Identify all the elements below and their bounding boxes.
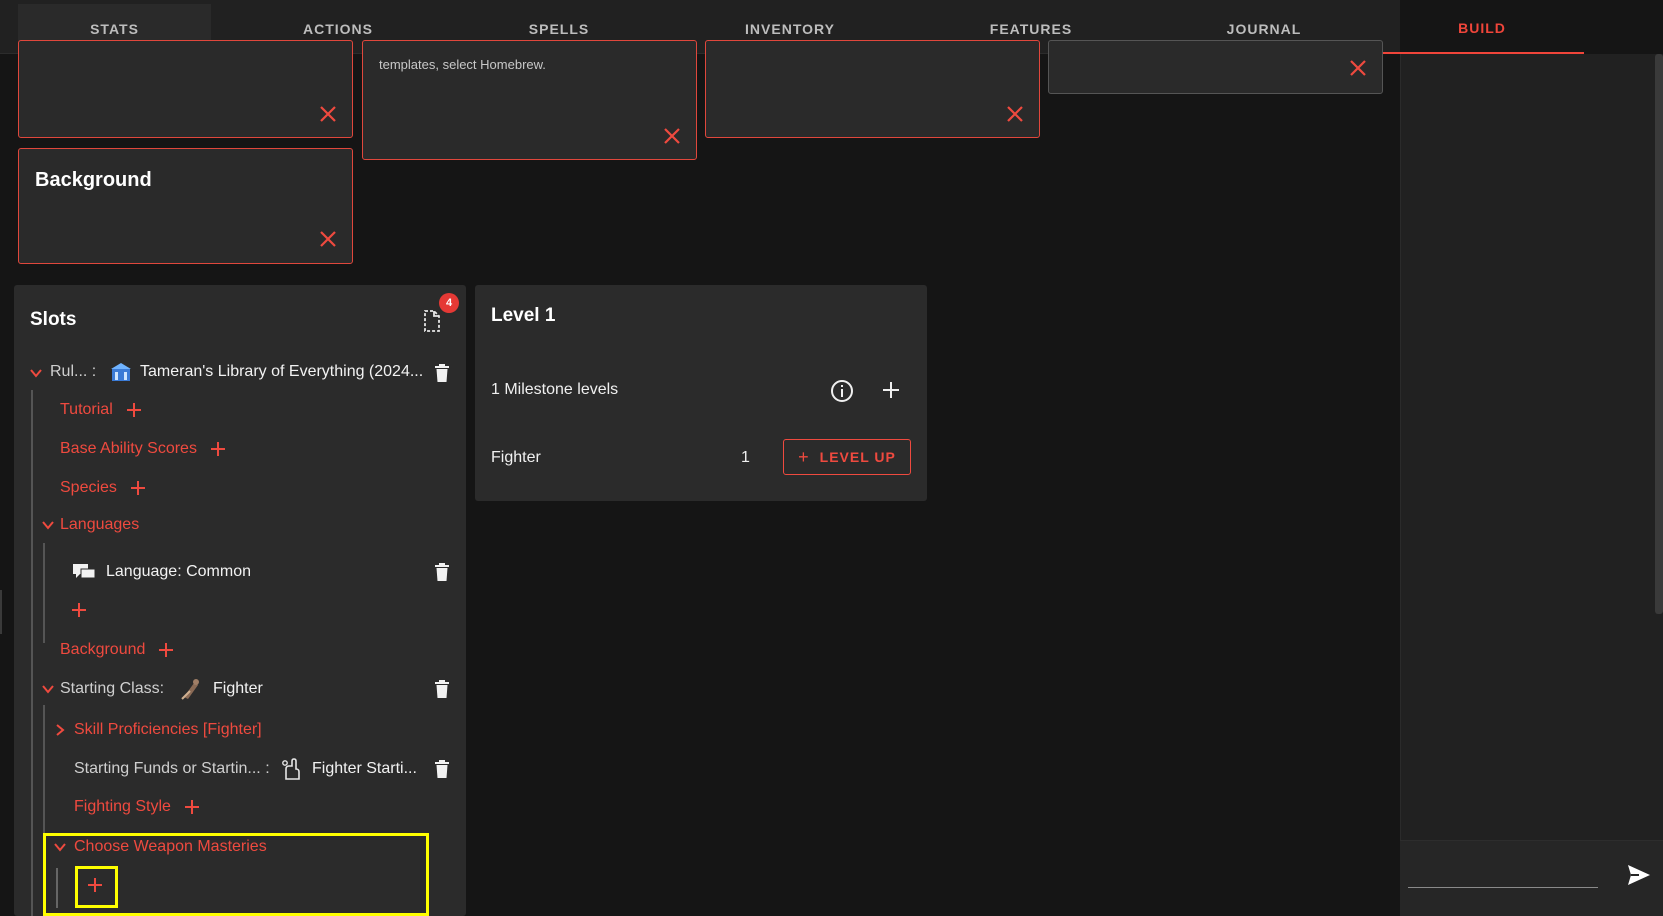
slot-fighting-style-label: Fighting Style: [74, 798, 171, 815]
milestone-levels: 1 Milestone levels: [491, 381, 619, 398]
class-level: 1: [741, 449, 750, 466]
level-panel: Level 1 1 Milestone levels Fighter 1 + LE…: [475, 285, 927, 501]
add-icon[interactable]: [882, 381, 900, 399]
slot-species-label: Species: [60, 479, 117, 496]
trash-icon[interactable]: [434, 680, 450, 698]
trash-icon[interactable]: [434, 364, 450, 382]
send-icon[interactable]: [1625, 861, 1653, 889]
close-icon[interactable]: [663, 127, 681, 145]
starting-funds-label: Starting Funds or Startin... :: [74, 760, 270, 777]
slot-card: [705, 40, 1040, 138]
slot-languages[interactable]: Languages: [60, 510, 139, 540]
slot-card: [18, 40, 353, 138]
starting-funds-value[interactable]: Fighter Starti...: [312, 754, 424, 784]
slot-species[interactable]: Species: [60, 473, 145, 503]
starting-class-value[interactable]: Fighter: [213, 674, 263, 704]
ruleset-label: Rul... :: [50, 363, 97, 380]
language-common: Language: Common: [106, 563, 251, 580]
slot-background-label: Background: [60, 641, 146, 658]
chat-input[interactable]: [1408, 887, 1598, 888]
background-card-title: Background: [35, 169, 152, 191]
chevron-down-icon[interactable]: [30, 367, 42, 379]
plus-icon: +: [798, 446, 810, 467]
add-icon[interactable]: [126, 403, 141, 417]
right-sidebar: [1400, 54, 1663, 916]
close-icon[interactable]: [319, 105, 337, 123]
add-icon[interactable]: [159, 643, 174, 657]
slot-tutorial[interactable]: Tutorial: [60, 395, 141, 425]
tab-build[interactable]: BUILD: [1380, 4, 1584, 54]
slots-panel: Slots 4 Rul... : Tameran's Library of Ev…: [14, 285, 466, 916]
tree-line: [43, 543, 45, 643]
add-language[interactable]: [60, 595, 86, 625]
close-icon[interactable]: [1349, 59, 1367, 77]
notification-badge: 4: [439, 293, 459, 313]
add-icon[interactable]: [184, 800, 199, 814]
slot-tutorial-label: Tutorial: [60, 401, 113, 418]
fighter-class-icon: [181, 679, 199, 700]
info-icon[interactable]: [830, 379, 854, 403]
chevron-right-icon[interactable]: [54, 724, 66, 736]
slot-card: [1048, 40, 1383, 94]
level-up-button[interactable]: + LEVEL UP: [783, 439, 911, 475]
hand-coin-icon: [282, 758, 300, 780]
slot-skill-proficiencies[interactable]: Skill Proficiencies [Fighter]: [74, 715, 262, 745]
homebrew-text: templates, select Homebrew.: [379, 57, 546, 72]
chevron-down-icon[interactable]: [42, 519, 54, 531]
level-heading: Level 1: [491, 305, 556, 326]
close-icon[interactable]: [1006, 105, 1024, 123]
add-icon[interactable]: [72, 603, 86, 617]
slots-heading: Slots: [30, 309, 77, 330]
document-icon[interactable]: [422, 309, 442, 333]
add-icon[interactable]: [210, 442, 225, 456]
trash-icon[interactable]: [434, 760, 450, 778]
app-root: STATS ACTIONS SPELLS INVENTORY FEATURES …: [0, 0, 1663, 916]
close-icon[interactable]: [319, 230, 337, 248]
slot-background[interactable]: Background: [60, 635, 174, 665]
ruleset-value[interactable]: Tameran's Library of Everything (2024...: [140, 357, 430, 387]
left-edge: [0, 590, 2, 634]
starting-class-label: Starting Class:: [60, 680, 165, 697]
scrollbar[interactable]: [1655, 54, 1663, 614]
highlight-box-add: [75, 866, 118, 908]
trash-icon[interactable]: [434, 563, 450, 581]
level-up-label: LEVEL UP: [819, 449, 896, 465]
slot-base-ability-scores-label: Base Ability Scores: [60, 440, 197, 457]
background-card[interactable]: Background: [18, 148, 353, 264]
chevron-down-icon[interactable]: [42, 683, 54, 695]
slot-base-ability-scores[interactable]: Base Ability Scores: [60, 434, 225, 464]
library-icon: [111, 363, 131, 381]
homebrew-card: templates, select Homebrew.: [362, 40, 697, 160]
add-icon[interactable]: [130, 481, 145, 495]
chat-bar: [1400, 840, 1663, 916]
speech-bubble-icon: [73, 564, 96, 579]
tree-line: [31, 390, 33, 916]
slot-fighting-style[interactable]: Fighting Style: [74, 792, 199, 822]
class-name: Fighter: [491, 449, 541, 466]
